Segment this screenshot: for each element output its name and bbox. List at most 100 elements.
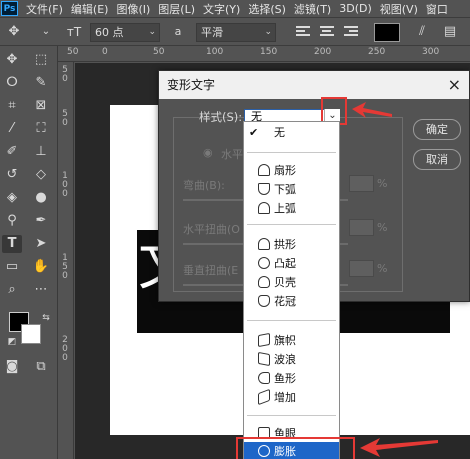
spot-heal-tool-icon[interactable]: ⛶ — [31, 120, 51, 138]
dropdown-item-label: 贝壳 — [274, 276, 296, 289]
rectangle-tool-icon[interactable]: ▭ — [2, 258, 22, 276]
bend-label: 弯曲(B): — [183, 179, 225, 192]
tools-panel: ✥ ⬚ ⵔ ✎ ⌗ ⊠ ⁄ ⛶ ✐ ⊥ ↺ ◇ ◈ ● ⚲ ✒ T ➤ ▭ ✋ … — [0, 46, 58, 459]
dodge-tool-icon[interactable]: ⚲ — [2, 212, 22, 230]
menu-select[interactable]: 选择(S) — [244, 1, 290, 17]
dropdown-item-arch[interactable]: 拱形 — [244, 235, 339, 254]
dropdown-item-label: 波浪 — [274, 353, 296, 366]
menu-filter[interactable]: 滤镜(T) — [290, 1, 335, 17]
quick-select-tool-icon[interactable]: ✎ — [31, 74, 51, 92]
dropdown-separator — [247, 224, 336, 225]
style-dropdown-list[interactable]: ✔ 无 扇形 下弧 上弧 拱形 凸起 贝壳 花冠 旗帜 波浪 鱼形 增加 鱼眼 … — [243, 121, 340, 459]
paint-bucket-tool-icon[interactable]: ◈ — [2, 189, 22, 207]
shell-upper-icon — [258, 295, 270, 307]
ruler-label: 50 — [153, 47, 165, 57]
style-label: 样式(S): — [199, 110, 243, 124]
history-brush-tool-icon[interactable]: ↺ — [2, 166, 22, 184]
flag-icon — [258, 332, 270, 348]
ruler-label: 0 — [102, 47, 108, 57]
align-right-icon[interactable] — [344, 24, 360, 40]
quick-mask-icon[interactable]: ◙ — [2, 358, 22, 376]
vertical-distortion-percent: % — [377, 262, 388, 275]
bend-value-field — [349, 175, 374, 192]
arch-icon — [258, 238, 270, 250]
stamp-tool-icon[interactable]: ⊥ — [31, 143, 51, 161]
dropdown-item-label: 增加 — [274, 391, 296, 404]
warp-text-icon[interactable]: ⫽ — [412, 23, 432, 41]
dropdown-item-fish[interactable]: 鱼形 — [244, 369, 339, 388]
ruler-label: 200 — [314, 47, 332, 57]
default-colors-icon[interactable]: ◩ — [2, 333, 22, 351]
dropdown-separator — [247, 152, 336, 153]
frame-tool-icon[interactable]: ⊠ — [31, 97, 51, 115]
arc-icon — [258, 164, 270, 176]
ruler-label: 100 — [206, 47, 224, 57]
type-tool-icon[interactable]: T — [2, 235, 22, 253]
marquee-tool-icon[interactable]: ⬚ — [31, 51, 51, 69]
menu-layer[interactable]: 图层(L) — [154, 1, 199, 17]
character-panel-icon[interactable]: ▤ — [440, 23, 460, 41]
brush-tool-icon[interactable]: ✐ — [2, 143, 22, 161]
zoom-tool-icon[interactable]: ⌕ — [2, 281, 22, 299]
antialias-icon: a — [174, 25, 182, 38]
crop-tool-icon[interactable]: ⌗ — [2, 97, 22, 115]
menu-type[interactable]: 文字(Y) — [199, 1, 244, 17]
dropdown-item-label: 凸起 — [274, 257, 296, 270]
ruler-label: 0 — [62, 74, 68, 84]
dropdown-separator — [247, 415, 336, 416]
menu-edit[interactable]: 编辑(E) — [67, 1, 113, 17]
bulge-icon — [258, 257, 270, 269]
dropdown-item-none[interactable]: ✔ 无 — [244, 123, 339, 142]
menu-image[interactable]: 图像(I) — [112, 1, 154, 17]
close-icon[interactable]: × — [448, 71, 461, 99]
ruler-label: 0 — [62, 118, 68, 128]
font-size-field[interactable]: 60 点 ⌄ — [90, 23, 160, 42]
ruler-vertical: 5 0 5 0 1 0 0 1 5 0 2 0 0 — [58, 62, 74, 459]
eyedropper-tool-icon[interactable]: ⁄ — [2, 120, 22, 138]
bend-percent: % — [377, 177, 388, 190]
text-orientation-icon[interactable]: ᴛT — [64, 23, 84, 41]
background-color-swatch[interactable] — [21, 324, 41, 344]
dropdown-separator — [247, 320, 336, 321]
dropdown-item-shell-lower[interactable]: 贝壳 — [244, 273, 339, 292]
align-center-icon[interactable] — [320, 24, 336, 40]
menu-window[interactable]: 窗口 — [422, 1, 452, 17]
menu-3d[interactable]: 3D(D) — [335, 2, 376, 15]
eraser-tool-icon[interactable]: ◇ — [31, 166, 51, 184]
vertical-distortion-field — [349, 260, 374, 277]
dropdown-item-rise[interactable]: 增加 — [244, 388, 339, 407]
ok-button[interactable]: 确定 — [413, 119, 461, 140]
menu-view[interactable]: 视图(V) — [376, 1, 422, 17]
dropdown-item-label: 上弧 — [274, 202, 296, 215]
dropdown-item-bulge[interactable]: 凸起 — [244, 254, 339, 273]
text-color-swatch[interactable] — [374, 23, 400, 42]
align-left-icon[interactable] — [296, 24, 312, 40]
fish-icon — [258, 372, 270, 384]
hand-tool-icon[interactable]: ✋ — [31, 258, 51, 276]
checkmark-icon: ✔ — [249, 126, 259, 139]
screen-mode-icon[interactable]: ⧉ — [31, 358, 51, 376]
red-arrow-icon — [360, 438, 438, 457]
cancel-button[interactable]: 取消 — [413, 149, 461, 170]
more-tools-icon[interactable]: ⋯ — [31, 281, 51, 299]
move-arrows-icon[interactable]: ✥ — [4, 23, 24, 41]
dropdown-item-arc-upper[interactable]: 上弧 — [244, 199, 339, 218]
antialias-select[interactable]: 平滑 ⌄ — [196, 23, 276, 42]
dropdown-item-shell-upper[interactable]: 花冠 — [244, 292, 339, 311]
swap-colors-icon[interactable]: ⇆ — [36, 309, 56, 327]
dropdown-item-flag[interactable]: 旗帜 — [244, 331, 339, 350]
lasso-tool-icon[interactable]: ⵔ — [2, 74, 22, 92]
move-tool-icon[interactable]: ✥ — [2, 51, 22, 69]
ruler-label: 0 — [62, 271, 68, 281]
ruler-label: 250 — [368, 47, 386, 57]
menu-file[interactable]: 文件(F) — [22, 1, 67, 17]
pen-tool-icon[interactable]: ✒ — [31, 212, 51, 230]
dropdown-item-arc-lower[interactable]: 下弧 — [244, 180, 339, 199]
dropdown-item-wave[interactable]: 波浪 — [244, 350, 339, 369]
chevron-down-icon[interactable]: ⌄ — [36, 23, 56, 41]
blur-tool-icon[interactable]: ● — [31, 189, 51, 207]
dropdown-item-label: 无 — [274, 126, 285, 139]
path-select-tool-icon[interactable]: ➤ — [31, 235, 51, 253]
dropdown-item-label: 拱形 — [274, 238, 296, 251]
dropdown-item-arc[interactable]: 扇形 — [244, 161, 339, 180]
